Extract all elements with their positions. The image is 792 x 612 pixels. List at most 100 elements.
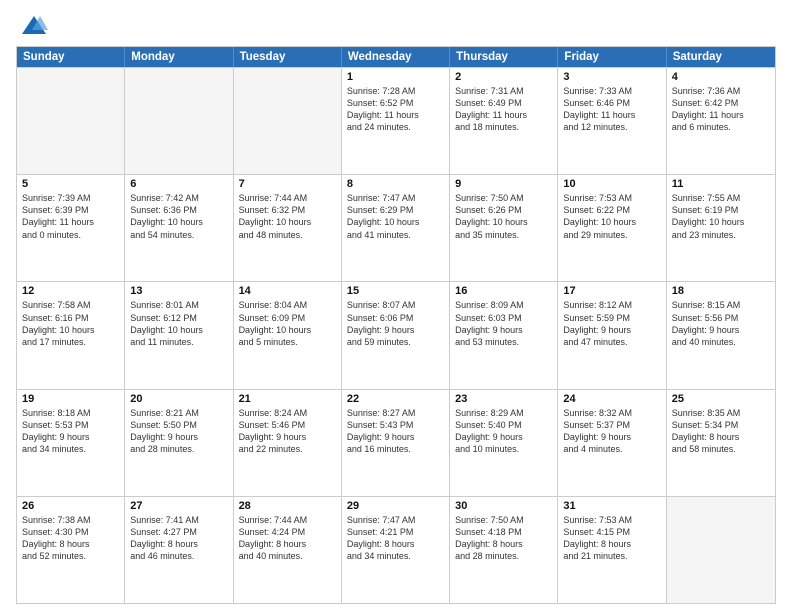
day-info: Sunrise: 7:50 AM Sunset: 4:18 PM Dayligh… [455, 514, 552, 563]
day-number: 17 [563, 285, 660, 297]
calendar-day-cell: 6 Sunrise: 7:42 AM Sunset: 6:36 PM Daylig… [125, 175, 233, 281]
day-number: 27 [130, 500, 227, 512]
day-number: 7 [239, 178, 336, 190]
day-number: 29 [347, 500, 444, 512]
day-info: Sunrise: 7:42 AM Sunset: 6:36 PM Dayligh… [130, 192, 227, 241]
calendar-day-cell: 10Sunrise: 7:53 AM Sunset: 6:22 PM Dayli… [558, 175, 666, 281]
day-info: Sunrise: 7:33 AM Sunset: 6:46 PM Dayligh… [563, 85, 660, 134]
calendar-day-cell: 29 Sunrise: 7:47 AM Sunset: 4:21 PM Dayli… [342, 497, 450, 603]
empty-cell [125, 68, 233, 174]
day-number: 10 [563, 178, 660, 190]
day-number: 15 [347, 285, 444, 297]
day-info: Sunrise: 7:47 AM Sunset: 6:29 PM Dayligh… [347, 192, 444, 241]
day-number: 1 [347, 71, 444, 83]
calendar: SundayMondayTuesdayWednesdayThursdayFrid… [16, 46, 776, 604]
day-number: 30 [455, 500, 552, 512]
day-info: Sunrise: 8:04 AM Sunset: 6:09 PM Dayligh… [239, 299, 336, 348]
day-info: Sunrise: 7:47 AM Sunset: 4:21 PM Dayligh… [347, 514, 444, 563]
day-number: 23 [455, 393, 552, 405]
calendar-day-cell: 24 Sunrise: 8:32 AM Sunset: 5:37 PM Dayli… [558, 390, 666, 496]
calendar-day-cell: 12Sunrise: 7:58 AM Sunset: 6:16 PM Dayli… [17, 282, 125, 388]
weekday-header: Monday [125, 47, 233, 67]
day-info: Sunrise: 7:41 AM Sunset: 4:27 PM Dayligh… [130, 514, 227, 563]
day-number: 28 [239, 500, 336, 512]
calendar-day-cell: 27 Sunrise: 7:41 AM Sunset: 4:27 PM Dayli… [125, 497, 233, 603]
logo-icon [20, 12, 48, 40]
calendar-day-cell: 28 Sunrise: 7:44 AM Sunset: 4:24 PM Dayli… [234, 497, 342, 603]
day-number: 13 [130, 285, 227, 297]
calendar-day-cell: 26 Sunrise: 7:38 AM Sunset: 4:30 PM Dayli… [17, 497, 125, 603]
day-number: 3 [563, 71, 660, 83]
calendar-day-cell: 21 Sunrise: 8:24 AM Sunset: 5:46 PM Dayli… [234, 390, 342, 496]
day-info: Sunrise: 8:09 AM Sunset: 6:03 PM Dayligh… [455, 299, 552, 348]
weekday-header: Wednesday [342, 47, 450, 67]
day-info: Sunrise: 7:50 AM Sunset: 6:26 PM Dayligh… [455, 192, 552, 241]
day-info: Sunrise: 7:36 AM Sunset: 6:42 PM Dayligh… [672, 85, 770, 134]
calendar-row: 1Sunrise: 7:28 AM Sunset: 6:52 PM Daylig… [17, 67, 775, 174]
calendar-row: 5Sunrise: 7:39 AM Sunset: 6:39 PM Daylig… [17, 174, 775, 281]
calendar-day-cell: 20Sunrise: 8:21 AM Sunset: 5:50 PM Dayli… [125, 390, 233, 496]
day-info: Sunrise: 7:53 AM Sunset: 4:15 PM Dayligh… [563, 514, 660, 563]
day-info: Sunrise: 8:18 AM Sunset: 5:53 PM Dayligh… [22, 407, 119, 456]
day-number: 24 [563, 393, 660, 405]
weekday-header: Sunday [17, 47, 125, 67]
day-number: 18 [672, 285, 770, 297]
day-number: 26 [22, 500, 119, 512]
calendar-day-cell: 13 Sunrise: 8:01 AM Sunset: 6:12 PM Dayli… [125, 282, 233, 388]
day-info: Sunrise: 7:58 AM Sunset: 6:16 PM Dayligh… [22, 299, 119, 348]
day-number: 20 [130, 393, 227, 405]
page: SundayMondayTuesdayWednesdayThursdayFrid… [0, 0, 792, 612]
day-number: 21 [239, 393, 336, 405]
weekday-header: Thursday [450, 47, 558, 67]
header [16, 12, 776, 40]
calendar-row: 19Sunrise: 8:18 AM Sunset: 5:53 PM Dayli… [17, 389, 775, 496]
calendar-day-cell: 9 Sunrise: 7:50 AM Sunset: 6:26 PM Daylig… [450, 175, 558, 281]
calendar-day-cell: 17Sunrise: 8:12 AM Sunset: 5:59 PM Dayli… [558, 282, 666, 388]
day-info: Sunrise: 8:27 AM Sunset: 5:43 PM Dayligh… [347, 407, 444, 456]
day-info: Sunrise: 7:38 AM Sunset: 4:30 PM Dayligh… [22, 514, 119, 563]
day-info: Sunrise: 8:24 AM Sunset: 5:46 PM Dayligh… [239, 407, 336, 456]
day-number: 9 [455, 178, 552, 190]
calendar-body: 1Sunrise: 7:28 AM Sunset: 6:52 PM Daylig… [17, 67, 775, 603]
calendar-day-cell: 18 Sunrise: 8:15 AM Sunset: 5:56 PM Dayli… [667, 282, 775, 388]
calendar-day-cell: 8 Sunrise: 7:47 AM Sunset: 6:29 PM Daylig… [342, 175, 450, 281]
calendar-day-cell: 19Sunrise: 8:18 AM Sunset: 5:53 PM Dayli… [17, 390, 125, 496]
day-number: 4 [672, 71, 770, 83]
day-info: Sunrise: 8:29 AM Sunset: 5:40 PM Dayligh… [455, 407, 552, 456]
day-info: Sunrise: 7:44 AM Sunset: 6:32 PM Dayligh… [239, 192, 336, 241]
day-info: Sunrise: 8:32 AM Sunset: 5:37 PM Dayligh… [563, 407, 660, 456]
calendar-day-cell: 14Sunrise: 8:04 AM Sunset: 6:09 PM Dayli… [234, 282, 342, 388]
calendar-day-cell: 1Sunrise: 7:28 AM Sunset: 6:52 PM Daylig… [342, 68, 450, 174]
day-info: Sunrise: 7:55 AM Sunset: 6:19 PM Dayligh… [672, 192, 770, 241]
calendar-day-cell: 16 Sunrise: 8:09 AM Sunset: 6:03 PM Dayli… [450, 282, 558, 388]
day-number: 16 [455, 285, 552, 297]
empty-cell [234, 68, 342, 174]
day-number: 25 [672, 393, 770, 405]
calendar-day-cell: 4 Sunrise: 7:36 AM Sunset: 6:42 PM Daylig… [667, 68, 775, 174]
calendar-day-cell: 7 Sunrise: 7:44 AM Sunset: 6:32 PM Daylig… [234, 175, 342, 281]
day-number: 2 [455, 71, 552, 83]
day-number: 31 [563, 500, 660, 512]
weekday-header: Tuesday [234, 47, 342, 67]
calendar-row: 26 Sunrise: 7:38 AM Sunset: 4:30 PM Dayli… [17, 496, 775, 603]
day-number: 5 [22, 178, 119, 190]
day-number: 8 [347, 178, 444, 190]
calendar-day-cell: 23 Sunrise: 8:29 AM Sunset: 5:40 PM Dayli… [450, 390, 558, 496]
calendar-header: SundayMondayTuesdayWednesdayThursdayFrid… [17, 47, 775, 67]
calendar-day-cell: 3 Sunrise: 7:33 AM Sunset: 6:46 PM Daylig… [558, 68, 666, 174]
empty-cell [17, 68, 125, 174]
day-info: Sunrise: 7:44 AM Sunset: 4:24 PM Dayligh… [239, 514, 336, 563]
day-number: 11 [672, 178, 770, 190]
calendar-day-cell: 11 Sunrise: 7:55 AM Sunset: 6:19 PM Dayli… [667, 175, 775, 281]
day-info: Sunrise: 7:31 AM Sunset: 6:49 PM Dayligh… [455, 85, 552, 134]
day-info: Sunrise: 8:07 AM Sunset: 6:06 PM Dayligh… [347, 299, 444, 348]
day-number: 22 [347, 393, 444, 405]
calendar-day-cell: 30 Sunrise: 7:50 AM Sunset: 4:18 PM Dayli… [450, 497, 558, 603]
day-number: 6 [130, 178, 227, 190]
day-info: Sunrise: 8:15 AM Sunset: 5:56 PM Dayligh… [672, 299, 770, 348]
day-info: Sunrise: 8:35 AM Sunset: 5:34 PM Dayligh… [672, 407, 770, 456]
day-info: Sunrise: 8:01 AM Sunset: 6:12 PM Dayligh… [130, 299, 227, 348]
weekday-header: Saturday [667, 47, 775, 67]
calendar-day-cell: 31 Sunrise: 7:53 AM Sunset: 4:15 PM Dayli… [558, 497, 666, 603]
empty-cell [667, 497, 775, 603]
